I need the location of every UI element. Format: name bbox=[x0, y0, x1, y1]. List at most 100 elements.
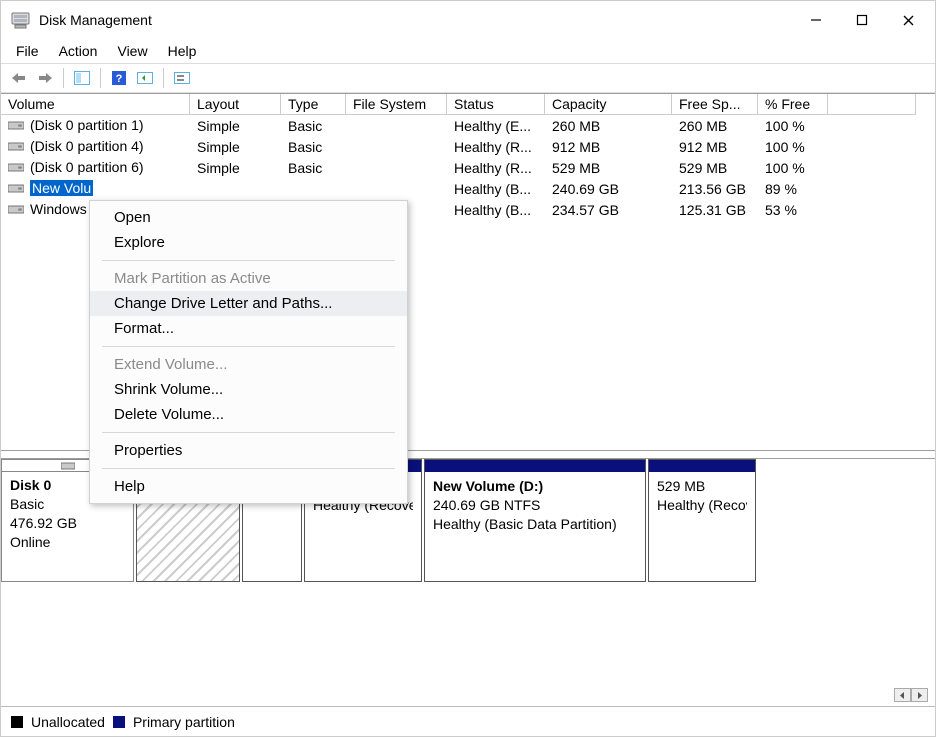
cell-free: 529 MB bbox=[672, 160, 758, 176]
cell-status: Healthy (R... bbox=[447, 139, 545, 155]
window-title: Disk Management bbox=[39, 12, 152, 28]
cell-capacity: 234.57 GB bbox=[545, 202, 672, 218]
context-menu: Open Explore Mark Partition as Active Ch… bbox=[89, 200, 408, 504]
context-separator bbox=[102, 260, 395, 261]
partition-header-bar bbox=[425, 460, 645, 472]
partition-header-bar bbox=[649, 460, 755, 472]
context-open[interactable]: Open bbox=[90, 205, 407, 230]
context-extend-volume: Extend Volume... bbox=[90, 352, 407, 377]
cell-free: 213.56 GB bbox=[672, 181, 758, 197]
disk-size: 476.92 GB bbox=[10, 514, 125, 533]
column-spacer[interactable] bbox=[828, 94, 916, 115]
context-separator bbox=[102, 346, 395, 347]
volume-name: (Disk 0 partition 6) bbox=[30, 159, 144, 175]
app-icon bbox=[11, 11, 30, 30]
volume-name: New Volu bbox=[30, 180, 93, 196]
partition-block[interactable]: 529 MB Healthy (Recove bbox=[648, 459, 756, 582]
context-format[interactable]: Format... bbox=[90, 316, 407, 341]
legend-label-unallocated: Unallocated bbox=[31, 714, 105, 730]
column-freespace[interactable]: Free Sp... bbox=[672, 94, 758, 115]
cell-pct: 89 % bbox=[758, 181, 828, 197]
partition-name: New Volume (D:) bbox=[433, 477, 637, 496]
cell-free: 125.31 GB bbox=[672, 202, 758, 218]
cell-capacity: 529 MB bbox=[545, 160, 672, 176]
column-volume[interactable]: Volume bbox=[1, 94, 190, 115]
horizontal-scrollbar[interactable] bbox=[894, 688, 934, 702]
context-mark-active: Mark Partition as Active bbox=[90, 266, 407, 291]
partition-size: 529 MB bbox=[657, 477, 747, 496]
cell-layout: Simple bbox=[190, 118, 281, 134]
cell-capacity: 912 MB bbox=[545, 139, 672, 155]
close-button[interactable] bbox=[885, 4, 931, 36]
cell-free: 260 MB bbox=[672, 118, 758, 134]
context-delete-volume[interactable]: Delete Volume... bbox=[90, 402, 407, 427]
column-capacity[interactable]: Capacity bbox=[545, 94, 672, 115]
legend-swatch-primary bbox=[113, 716, 125, 728]
menu-help[interactable]: Help bbox=[159, 41, 206, 61]
legend: Unallocated Primary partition bbox=[1, 706, 935, 736]
volume-name: (Disk 0 partition 4) bbox=[30, 138, 144, 154]
cell-capacity: 240.69 GB bbox=[545, 181, 672, 197]
column-layout[interactable]: Layout bbox=[190, 94, 281, 115]
drive-icon bbox=[8, 118, 24, 134]
menu-action[interactable]: Action bbox=[50, 41, 107, 61]
drive-icon bbox=[8, 181, 24, 197]
cell-pct: 100 % bbox=[758, 118, 828, 134]
context-help[interactable]: Help bbox=[90, 474, 407, 499]
legend-label-primary: Primary partition bbox=[133, 714, 235, 730]
cell-pct: 100 % bbox=[758, 160, 828, 176]
context-change-drive-letter[interactable]: Change Drive Letter and Paths... bbox=[90, 291, 407, 316]
column-type[interactable]: Type bbox=[281, 94, 346, 115]
column-pctfree[interactable]: % Free bbox=[758, 94, 828, 115]
context-separator bbox=[102, 468, 395, 469]
volume-row[interactable]: (Disk 0 partition 4) Simple Basic Health… bbox=[1, 136, 935, 157]
volume-row[interactable]: (Disk 0 partition 1) Simple Basic Health… bbox=[1, 115, 935, 136]
back-button[interactable] bbox=[7, 66, 31, 90]
titlebar: Disk Management bbox=[1, 1, 935, 39]
disk-state: Online bbox=[10, 533, 125, 552]
toolbar-separator bbox=[100, 68, 101, 88]
cell-capacity: 260 MB bbox=[545, 118, 672, 134]
cell-layout: Simple bbox=[190, 139, 281, 155]
cell-status: Healthy (R... bbox=[447, 160, 545, 176]
drive-icon bbox=[8, 202, 24, 218]
context-properties[interactable]: Properties bbox=[90, 438, 407, 463]
drive-icon bbox=[8, 160, 24, 176]
partition-status: Healthy (Recove bbox=[657, 496, 747, 515]
context-explore[interactable]: Explore bbox=[90, 230, 407, 255]
column-filesystem[interactable]: File System bbox=[346, 94, 447, 115]
disk-management-window: Disk Management File Action View Help ? … bbox=[0, 0, 936, 737]
forward-button[interactable] bbox=[33, 66, 57, 90]
partition-status: Healthy (Basic Data Partition) bbox=[433, 515, 637, 534]
toolbar-separator bbox=[63, 68, 64, 88]
drive-icon bbox=[8, 139, 24, 155]
cell-layout: Simple bbox=[190, 160, 281, 176]
disk-pane-empty-space bbox=[1, 582, 935, 706]
cell-pct: 100 % bbox=[758, 139, 828, 155]
settings-button[interactable] bbox=[170, 66, 194, 90]
minimize-button[interactable] bbox=[793, 4, 839, 36]
menu-file[interactable]: File bbox=[7, 41, 48, 61]
help-button[interactable]: ? bbox=[107, 66, 131, 90]
volume-header-row: Volume Layout Type File System Status Ca… bbox=[1, 94, 935, 115]
toolbar-separator bbox=[163, 68, 164, 88]
scroll-left-icon[interactable] bbox=[894, 688, 911, 702]
menu-view[interactable]: View bbox=[108, 41, 156, 61]
svg-text:?: ? bbox=[116, 73, 123, 85]
volume-name: Windows bbox=[30, 201, 87, 217]
volume-name: (Disk 0 partition 1) bbox=[30, 117, 144, 133]
volume-row[interactable]: (Disk 0 partition 6) Simple Basic Health… bbox=[1, 157, 935, 178]
context-separator bbox=[102, 432, 395, 433]
partition-size: 240.69 GB NTFS bbox=[433, 496, 637, 515]
legend-swatch-unallocated bbox=[11, 716, 23, 728]
maximize-button[interactable] bbox=[839, 4, 885, 36]
cell-status: Healthy (E... bbox=[447, 118, 545, 134]
volume-row-selected[interactable]: New Volu Healthy (B... 240.69 GB 213.56 … bbox=[1, 178, 935, 199]
cell-type: Basic bbox=[281, 139, 346, 155]
refresh-button[interactable] bbox=[133, 66, 157, 90]
column-status[interactable]: Status bbox=[447, 94, 545, 115]
scroll-right-icon[interactable] bbox=[911, 688, 928, 702]
context-shrink-volume[interactable]: Shrink Volume... bbox=[90, 377, 407, 402]
show-hide-console-tree-button[interactable] bbox=[70, 66, 94, 90]
partition-block[interactable]: New Volume (D:) 240.69 GB NTFS Healthy (… bbox=[424, 459, 646, 582]
